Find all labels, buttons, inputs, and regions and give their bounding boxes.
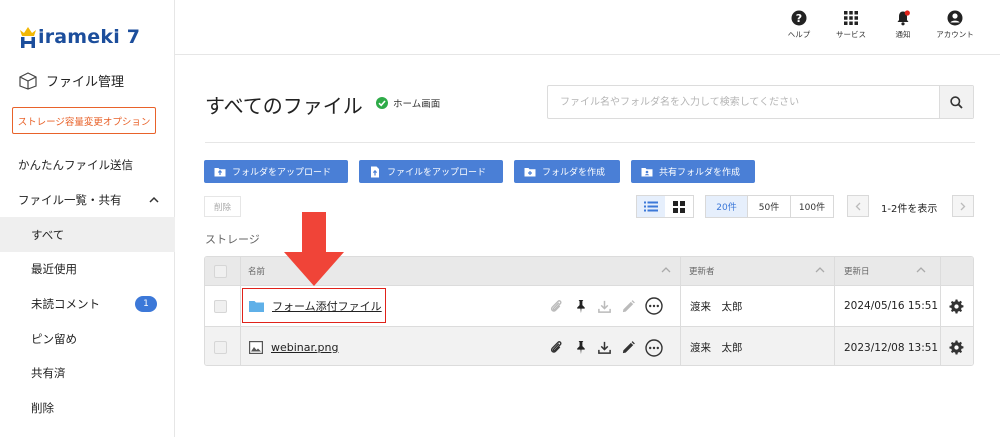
sidebar-item-unread-comments[interactable]: 未読コメント 1 <box>0 287 175 322</box>
top-bar: ? ヘルプ サービス 通知 アカウント <box>175 0 1000 55</box>
sort-updater-icon[interactable] <box>815 266 825 276</box>
search-input[interactable] <box>548 86 940 118</box>
svg-text:?: ? <box>796 12 802 25</box>
box-icon <box>19 71 37 90</box>
updater-cell: 渡来 太郎 <box>690 342 743 354</box>
chevron-up-icon <box>149 195 159 206</box>
search-button[interactable] <box>939 86 973 118</box>
paperclip-icon[interactable] <box>549 299 564 314</box>
updater-cell: 渡来 太郎 <box>690 300 743 313</box>
per-page-50[interactable]: 50件 <box>748 196 791 217</box>
sort-name-icon[interactable] <box>661 266 671 276</box>
page-title: すべてのファイル <box>205 94 363 118</box>
delete-button[interactable]: 削除 <box>204 196 241 217</box>
pin-icon[interactable] <box>573 299 588 314</box>
table-row[interactable]: webinar.png 渡来 太郎 2023/12/08 13:51 <box>205 327 973 365</box>
action-toolbar: フォルダをアップロード ファイルをアップロード フォルダを作成 共有フォルダを作… <box>204 160 755 183</box>
sidebar-nav: かんたんファイル送信 ファイル一覧・共有 すべて 最近使用 未読コメント 1 ピ… <box>0 148 175 426</box>
sidebar-item-easy-send[interactable]: かんたんファイル送信 <box>0 148 175 183</box>
chevron-right-icon <box>960 202 966 210</box>
updated-cell: 2023/12/08 13:51 <box>844 341 939 354</box>
account-button[interactable]: アカウント <box>934 10 976 40</box>
column-header-updated[interactable]: 更新日 <box>844 257 870 285</box>
row-settings-button[interactable] <box>949 286 964 326</box>
edit-icon[interactable] <box>621 340 636 355</box>
file-name-link[interactable]: webinar.png <box>271 341 338 354</box>
shared-folder-icon <box>641 167 653 176</box>
storage-label: ストレージ <box>205 233 260 246</box>
services-button[interactable]: サービス <box>830 10 872 40</box>
row-checkbox[interactable] <box>214 299 227 313</box>
sidebar-item-shared[interactable]: 共有済 <box>0 356 175 391</box>
row-settings-button[interactable] <box>949 327 964 365</box>
sidebar-item-file-list[interactable]: ファイル一覧・共有 <box>0 183 175 218</box>
select-all-checkbox[interactable] <box>214 264 227 278</box>
logo-mark-icon <box>18 26 38 48</box>
create-folder-button[interactable]: フォルダを作成 <box>514 160 620 183</box>
search-box <box>547 85 974 119</box>
divider <box>205 142 975 143</box>
help-icon: ? <box>791 10 807 26</box>
home-screen-tag[interactable]: ホーム画面 <box>376 96 440 110</box>
storage-option-button[interactable]: ストレージ容量変更オプション <box>12 107 156 134</box>
next-page-button[interactable] <box>952 195 974 217</box>
folder-plus-icon <box>524 167 536 176</box>
folder-upload-icon <box>214 167 226 176</box>
column-header-name[interactable]: 名前 <box>248 257 265 285</box>
help-button[interactable]: ? ヘルプ <box>778 10 820 40</box>
sort-updated-icon[interactable] <box>916 266 926 276</box>
grid-view-button[interactable] <box>665 196 693 217</box>
sidebar-item-all[interactable]: すべて <box>0 217 175 253</box>
gear-icon <box>949 340 964 355</box>
updated-cell: 2024/05/16 15:51 <box>844 300 939 312</box>
list-view-button[interactable] <box>637 196 665 217</box>
gear-icon <box>949 298 964 313</box>
more-icon[interactable] <box>645 338 663 357</box>
annotation-arrow-icon <box>284 212 344 286</box>
view-toggle <box>636 195 694 218</box>
per-page-20[interactable]: 20件 <box>706 196 748 217</box>
sidebar-item-recent[interactable]: 最近使用 <box>0 252 175 287</box>
file-upload-icon <box>371 166 379 177</box>
check-circle-icon <box>376 97 388 109</box>
prev-page-button[interactable] <box>847 195 869 217</box>
brand-logo[interactable]: irameki 7 <box>18 20 140 48</box>
sidebar-item-deleted[interactable]: 削除 <box>0 391 175 426</box>
unread-count-badge: 1 <box>135 296 157 313</box>
account-icon <box>947 10 963 26</box>
annotation-highlight-box <box>242 288 386 323</box>
row-checkbox[interactable] <box>214 341 227 354</box>
bell-icon <box>897 10 910 26</box>
per-page-100[interactable]: 100件 <box>791 196 833 217</box>
page-info: 1-2件を表示 <box>881 204 938 215</box>
pin-icon[interactable] <box>573 340 588 355</box>
column-header-updater[interactable]: 更新者 <box>689 257 715 285</box>
brand-name: irameki 7 <box>38 26 141 48</box>
sidebar-item-pinned[interactable]: ピン留め <box>0 321 175 356</box>
paperclip-icon[interactable] <box>549 340 564 355</box>
edit-icon[interactable] <box>621 299 636 314</box>
file-management-title: ファイル管理 <box>18 71 124 90</box>
download-icon[interactable] <box>597 340 612 355</box>
more-icon[interactable] <box>645 297 663 315</box>
per-page-selector: 20件 50件 100件 <box>705 195 834 218</box>
image-icon <box>249 341 263 354</box>
chevron-left-icon <box>855 202 861 210</box>
upload-folder-button[interactable]: フォルダをアップロード <box>204 160 348 183</box>
grid-view-icon <box>673 200 685 213</box>
list-icon <box>644 201 658 212</box>
upload-file-button[interactable]: ファイルをアップロード <box>359 160 503 183</box>
notifications-button[interactable]: 通知 <box>882 10 924 40</box>
search-icon <box>950 95 963 109</box>
grid-icon <box>844 11 858 25</box>
create-shared-folder-button[interactable]: 共有フォルダを作成 <box>631 160 755 183</box>
download-icon[interactable] <box>597 299 612 314</box>
sidebar: irameki 7 ファイル管理 ストレージ容量変更オプション かんたんファイル… <box>0 0 175 437</box>
